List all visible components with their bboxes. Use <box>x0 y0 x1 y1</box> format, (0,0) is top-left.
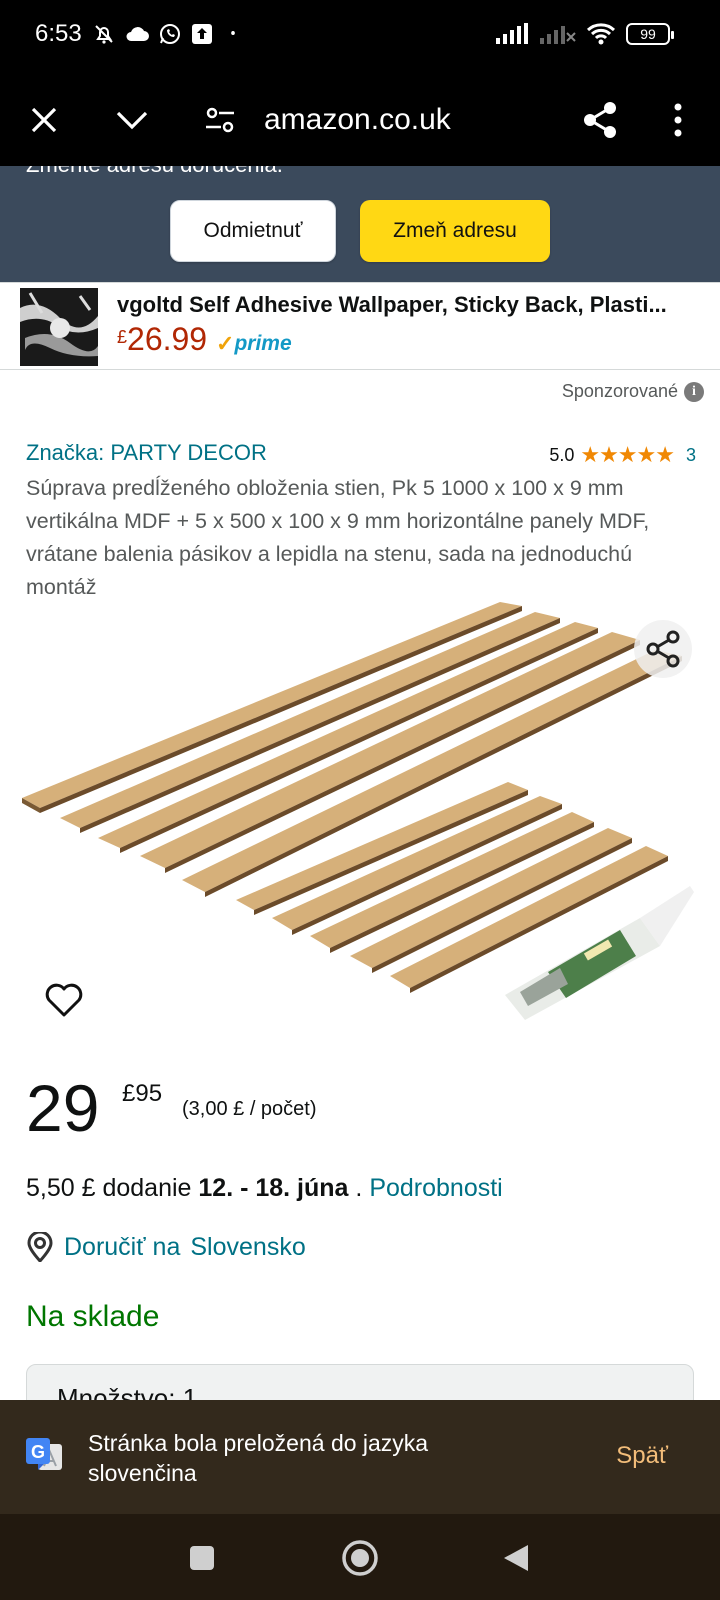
sponsored-text: Sponzorované <box>561 381 678 401</box>
signal-icon <box>496 23 528 44</box>
browser-toolbar: amazon.co.uk <box>0 74 720 166</box>
translate-message: Stránka bola preložená do jazyka slovenč… <box>88 1430 429 1486</box>
product-image[interactable] <box>0 600 720 1040</box>
rating-score: 5.0 <box>549 444 575 465</box>
rating-summary[interactable]: 5.0 ★★★★★ 3 <box>549 442 696 468</box>
recents-icon <box>190 1546 214 1570</box>
site-settings-button[interactable] <box>196 96 244 144</box>
upload-icon <box>192 24 212 44</box>
system-nav-bar <box>0 1514 720 1600</box>
delivery-details-link[interactable]: Podrobnosti <box>369 1174 502 1202</box>
battery-indicator: 99 <box>626 23 674 45</box>
minimize-button[interactable] <box>108 96 156 144</box>
back-button[interactable] <box>494 1536 538 1580</box>
svg-text:G: G <box>31 1442 45 1462</box>
brand-link[interactable]: Značka: PARTY DECOR <box>26 440 267 466</box>
ad-thumbnail[interactable] <box>20 288 98 366</box>
address-banner-text: Zmeňte adresu doručenia. <box>26 166 283 178</box>
decline-button[interactable]: Odmietnuť <box>170 200 336 262</box>
ad-price-value: 26.99 <box>127 321 208 357</box>
more-icon <box>674 103 682 137</box>
share-icon <box>646 630 680 668</box>
share-page-button[interactable] <box>576 96 624 144</box>
site-settings-icon <box>206 107 234 133</box>
google-translate-icon: G <box>26 1438 62 1470</box>
url-bar[interactable]: amazon.co.uk <box>264 96 451 144</box>
price-fraction: £95 <box>122 1080 163 1107</box>
ad-title[interactable]: vgoltd Self Adhesive Wallpaper, Sticky B… <box>117 292 712 318</box>
dot-icon: • <box>230 23 237 45</box>
image-share-button[interactable] <box>634 620 692 678</box>
recents-button[interactable] <box>180 1536 224 1580</box>
signal-no-service-icon <box>540 26 576 44</box>
product-title: Súprava predĺženého obloženia stien, Pk … <box>26 476 650 599</box>
back-icon <box>504 1545 528 1571</box>
chevron-down-icon <box>116 111 148 130</box>
deliver-to-link[interactable]: Doručiť na Slovensko <box>26 1232 306 1262</box>
status-bar: 6:53 • 99 <box>0 0 720 74</box>
deliver-to-label[interactable]: Doručiť na <box>64 1233 180 1262</box>
notification-icons: • <box>92 22 236 46</box>
delivery-dates: 12. - 18. júna <box>198 1174 349 1202</box>
heart-icon <box>45 983 83 1017</box>
location-pin-icon <box>27 1232 53 1262</box>
translate-bar: G Stránka bola preložená do jazyka slove… <box>0 1400 720 1514</box>
sponsored-label[interactable]: Sponzorované i <box>562 381 704 402</box>
address-banner: Zmeňte adresu doručenia. Odmietnuť Zmeň … <box>0 166 720 282</box>
browser-menu-button[interactable] <box>654 96 702 144</box>
unit-price: (3,00 £ / počet) <box>182 1098 317 1120</box>
price-whole: 29 <box>26 1071 100 1145</box>
home-button[interactable] <box>338 1536 382 1580</box>
system-icons: 99 <box>496 22 674 46</box>
deliver-to-country[interactable]: Slovensko <box>190 1233 305 1262</box>
info-icon[interactable]: i <box>684 381 704 402</box>
stock-status: Na sklade <box>26 1300 160 1333</box>
prime-label: prime <box>234 332 292 355</box>
undo-translation-button[interactable]: Späť <box>616 1442 668 1470</box>
prime-check-icon: ✓ <box>216 331 235 356</box>
cloud-icon <box>126 27 149 41</box>
wishlist-button[interactable] <box>42 978 86 1022</box>
ad-price-currency: £ <box>117 327 128 347</box>
home-icon <box>342 1540 378 1576</box>
delivery-separator: . <box>355 1174 363 1202</box>
change-address-button[interactable]: Zmeň adresu <box>360 200 550 262</box>
mute-bell-icon <box>95 25 113 44</box>
prime-badge: ✓ prime <box>216 331 292 357</box>
star-rating-icon: ★★★★★ <box>580 442 675 467</box>
close-icon <box>31 107 57 133</box>
sponsored-ad[interactable]: vgoltd Self Adhesive Wallpaper, Sticky B… <box>0 282 720 370</box>
delivery-info: 5,50 £ dodanie 12. - 18. júna . Podrobno… <box>26 1174 503 1203</box>
delivery-cost: 5,50 £ dodanie <box>26 1174 192 1202</box>
whatsapp-icon <box>160 24 180 44</box>
ad-price: £ 26.99 <box>117 321 207 358</box>
close-tab-button[interactable] <box>20 96 68 144</box>
share-icon <box>584 102 616 138</box>
rating-count[interactable]: 3 <box>686 445 696 466</box>
status-time: 6:53 <box>35 20 82 47</box>
wifi-icon <box>586 23 616 45</box>
